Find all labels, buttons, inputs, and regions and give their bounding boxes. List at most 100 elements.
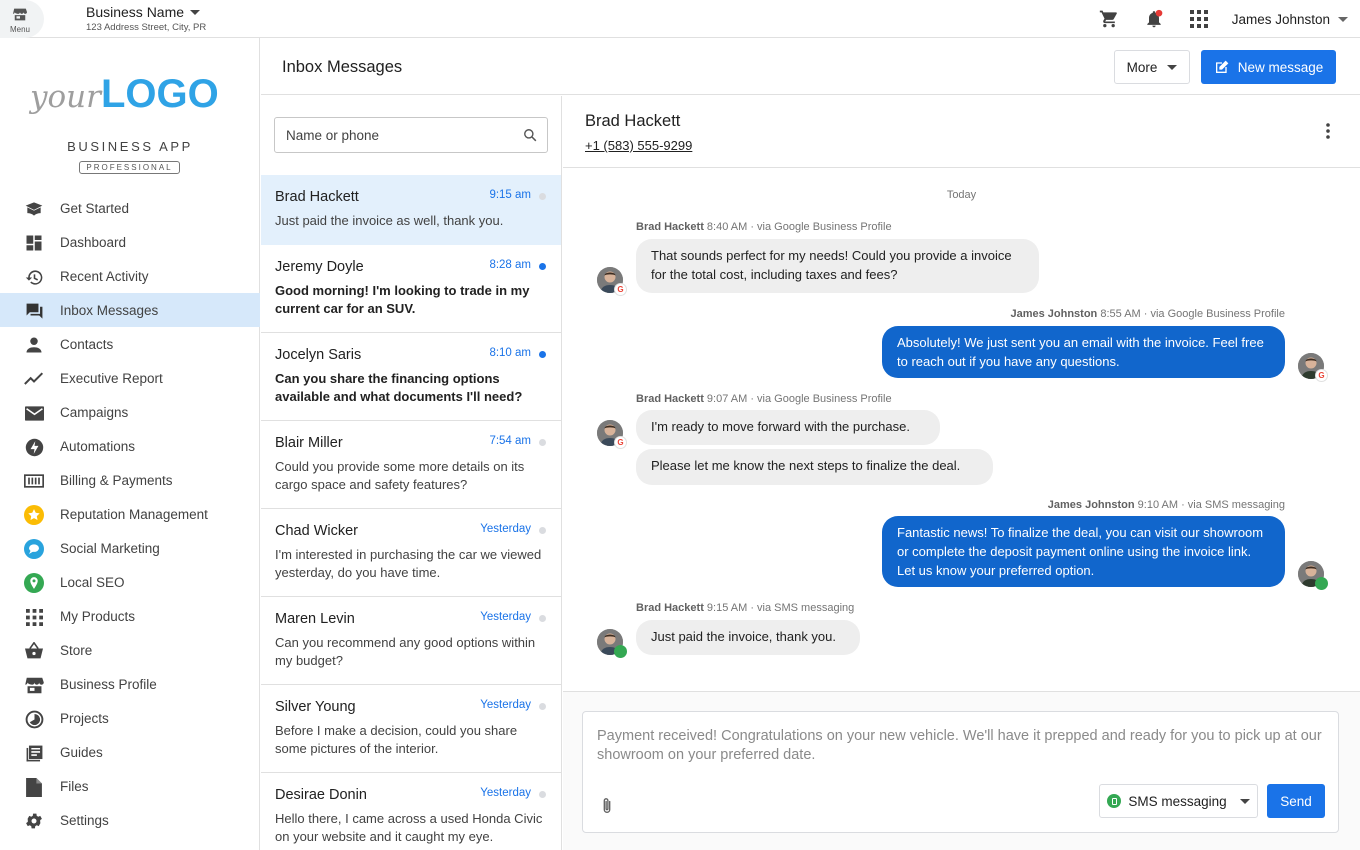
contact-phone-link[interactable]: +1 (583) 555-9299	[585, 138, 692, 153]
sidebar-item-projects[interactable]: Projects	[0, 701, 260, 735]
social-icon	[24, 539, 44, 559]
more-label: More	[1126, 59, 1158, 75]
sidebar-item-files[interactable]: Files	[0, 769, 260, 803]
conversation-preview: Good morning! I'm looking to trade in my…	[275, 283, 530, 316]
message-sender: James Johnston	[1047, 499, 1135, 511]
chat-icon	[24, 301, 44, 321]
cart-button[interactable]	[1087, 0, 1132, 38]
sidebar-item-inbox-messages[interactable]: Inbox Messages	[0, 293, 260, 327]
sidebar-item-recent-activity[interactable]: Recent Activity	[0, 259, 260, 293]
conversation-row[interactable]: Chad Wicker Yesterday I'm interested in pu…	[261, 509, 561, 597]
conversation-row[interactable]: Jocelyn Saris 8:10 am Can you share the fi…	[261, 333, 561, 421]
apps-button[interactable]	[1177, 0, 1222, 38]
conversation-name: Maren Levin	[275, 611, 355, 627]
day-divider: Today	[946, 189, 977, 201]
channel-select[interactable]: SMS messaging	[1099, 784, 1258, 818]
sidebar-item-billing-payments[interactable]: Billing & Payments	[0, 463, 260, 497]
sidebar-item-campaigns[interactable]: Campaigns	[0, 395, 260, 429]
sidebar-item-executive-report[interactable]: Executive Report	[0, 361, 260, 395]
sidebar-item-label: Get Started	[60, 201, 130, 216]
new-message-label: New message	[1237, 59, 1324, 75]
conversation-time: Yesterday	[480, 523, 531, 535]
sidebar-item-store[interactable]: Store	[0, 633, 260, 667]
avatar: G	[597, 267, 627, 296]
storefront-icon	[24, 675, 44, 695]
conversation-rows: Brad Hackett 9:15 am Just paid the invoice…	[261, 175, 561, 850]
sidebar-item-label: Guides	[60, 745, 103, 760]
conversation-row[interactable]: Maren Levin Yesterday Can you recommend an…	[261, 597, 561, 685]
conversation-preview: Just paid the invoice as well, thank you…	[275, 213, 504, 228]
google-icon: G	[614, 283, 627, 296]
message-sender: James Johnston	[1010, 308, 1098, 320]
more-vert-icon[interactable]	[1326, 123, 1330, 139]
conversation-name: Desirae Donin	[275, 787, 367, 803]
star-icon	[24, 505, 44, 525]
conversation-name: Chad Wicker	[275, 523, 358, 539]
user-menu[interactable]: James Johnston	[1232, 12, 1348, 27]
conversation-time: 7:54 am	[489, 435, 531, 447]
avatar: G	[597, 420, 627, 449]
conversation-time: 8:10 am	[489, 347, 531, 359]
inbox-header: Inbox Messages More New message	[261, 38, 1360, 95]
dashboard-icon	[24, 233, 44, 253]
apps-grid-icon	[1190, 10, 1209, 28]
file-icon	[24, 777, 44, 797]
message-input[interactable]: Payment received! Congratulations on you…	[597, 727, 1327, 764]
send-button[interactable]: Send	[1267, 784, 1325, 818]
sidebar-item-contacts[interactable]: Contacts	[0, 327, 260, 361]
caret-down-icon	[1167, 64, 1178, 70]
conversation-row[interactable]: Desirae Donin Yesterday Hello there, I cam…	[261, 773, 561, 850]
menu-button[interactable]: Menu	[0, 0, 44, 38]
conversation-preview: Can you recommend any good options withi…	[275, 635, 536, 668]
conversation-row[interactable]: Silver Young Yesterday Before I make a dec…	[261, 685, 561, 773]
sidebar-item-label: Campaigns	[60, 405, 129, 420]
search-icon[interactable]	[523, 128, 537, 142]
message-sender: Brad Hackett	[636, 602, 704, 614]
sms-icon	[614, 645, 627, 658]
logo: yourLOGO	[30, 72, 219, 116]
sidebar-item-get-started[interactable]: Get Started	[0, 191, 260, 225]
sidebar-item-label: Local SEO	[60, 575, 125, 590]
message-sender: Brad Hackett	[636, 393, 704, 405]
incoming-message: I'm ready to move forward with the purch…	[636, 410, 940, 445]
menu-label: Menu	[9, 25, 30, 34]
sms-icon	[1315, 577, 1328, 590]
sidebar-item-social-marketing[interactable]: Social Marketing	[0, 531, 260, 565]
sidebar-item-label: Projects	[60, 711, 109, 726]
more-button[interactable]: More	[1114, 50, 1190, 84]
sidebar-item-guides[interactable]: Guides	[0, 735, 260, 769]
attachment-icon[interactable]	[601, 797, 613, 815]
app-name: BUSINESS APP	[67, 139, 193, 154]
search-input[interactable]	[275, 118, 515, 152]
sidebar-item-local-seo[interactable]: Local SEO	[0, 565, 260, 599]
sidebar-item-business-profile[interactable]: Business Profile	[0, 667, 260, 701]
channel-label: SMS messaging	[1128, 793, 1227, 809]
contact-name: Brad Hackett	[585, 112, 681, 130]
new-message-button[interactable]: New message	[1201, 50, 1336, 84]
business-switcher[interactable]: Business Name 123 Address Street, City, …	[86, 4, 206, 33]
sidebar-item-my-products[interactable]: My Products	[0, 599, 260, 633]
conversation-row[interactable]: Brad Hackett 9:15 am Just paid the invoice…	[261, 175, 561, 245]
sidebar-item-automations[interactable]: Automations	[0, 429, 260, 463]
composer-area: Payment received! Congratulations on you…	[563, 691, 1360, 850]
conversation-row[interactable]: Blair Miller 7:54 am Could you provide som…	[261, 421, 561, 509]
basket-icon	[24, 641, 44, 661]
message-meta: Brad Hackett 8:40 AM · via Google Busine…	[636, 221, 892, 233]
conversation-preview: Before I make a decision, could you shar…	[275, 723, 518, 756]
sidebar-item-settings[interactable]: Settings	[0, 803, 260, 837]
conversation-name: Blair Miller	[275, 435, 343, 451]
sidebar-item-label: Contacts	[60, 337, 114, 352]
conversation-time: 8:28 am	[489, 259, 531, 271]
caret-down-icon	[190, 9, 201, 15]
app-tier-badge: PROFESSIONAL	[79, 161, 180, 174]
incoming-message: That sounds perfect for my needs! Could …	[636, 239, 1039, 293]
notifications-button[interactable]	[1132, 0, 1177, 38]
conversation-preview: Hello there, I came across a used Honda …	[275, 811, 543, 844]
conversation-row[interactable]: Jeremy Doyle 8:28 am Good morning! I'm loo…	[261, 245, 561, 333]
sidebar-nav: Get Started Dashboard Recent Activity Inbox…	[0, 191, 260, 837]
sidebar-item-dashboard[interactable]: Dashboard	[0, 225, 260, 259]
top-bar: Menu Business Name 123 Address Street, C…	[0, 0, 1360, 38]
billing-icon	[24, 471, 44, 491]
sidebar-item-label: Files	[60, 779, 89, 794]
sidebar-item-reputation-management[interactable]: Reputation Management	[0, 497, 260, 531]
